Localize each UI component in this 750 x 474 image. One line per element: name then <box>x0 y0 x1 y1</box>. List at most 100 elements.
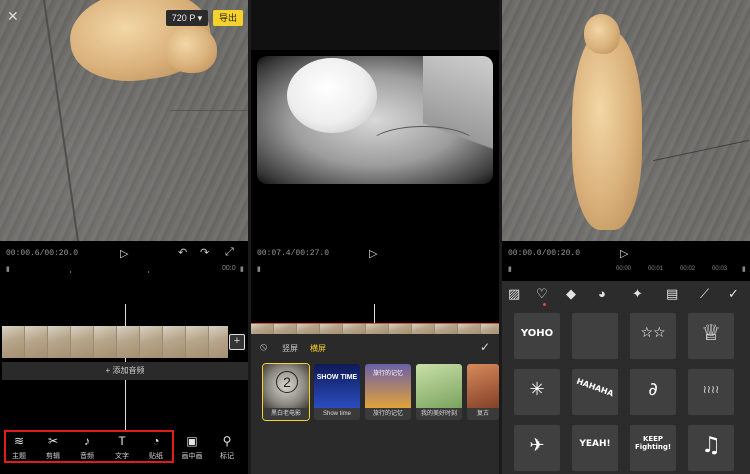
clip-frame <box>71 326 94 358</box>
ruler-end-icon: ▮ <box>742 266 746 273</box>
clip-frame <box>458 324 481 334</box>
heart-icon[interactable]: ♡ <box>536 286 548 302</box>
resolution-dropdown[interactable]: 720 P ▾ <box>166 10 208 26</box>
highlight-box <box>4 430 174 463</box>
fullscreen-icon[interactable]: ⤢ <box>225 246 234 259</box>
cable-image <box>652 139 750 162</box>
clip-frame <box>25 326 48 358</box>
clip-frame <box>48 326 71 358</box>
undo-icon[interactable]: ↶ <box>178 246 187 259</box>
video-preview-bw[interactable] <box>257 56 493 184</box>
chevron-down-icon: ▾ <box>197 13 203 23</box>
sticker-plane[interactable]: ✈ <box>514 425 560 471</box>
play-icon[interactable]: ▷ <box>369 247 377 260</box>
effect-thumbnail: 2 <box>263 364 309 408</box>
sticker-text: ≀≀≀≀ <box>702 383 720 396</box>
timecode: 00:00.0/00:20.0 <box>508 249 581 258</box>
sticker-sparkles[interactable]: ✳ <box>514 369 560 415</box>
clip-frame <box>297 324 320 334</box>
sticker-hahaha[interactable]: HAHAHA <box>572 369 618 415</box>
play-icon[interactable]: ▷ <box>620 247 628 260</box>
effect-list: 2 黑白老电影 SHOW TIME Show time 旅行的记忆 旅行的记忆 … <box>262 363 499 421</box>
effect-card[interactable]: 我的美好时刻 <box>416 364 462 420</box>
close-icon[interactable]: ✕ <box>7 8 19 25</box>
sticker-text: YOHO <box>520 328 554 339</box>
effect-thumbnail: 旅行的记忆 <box>365 364 411 408</box>
tab-horizontal[interactable]: 横屏 <box>310 343 326 354</box>
sticker-keep-fighting[interactable]: KEEP Fighting! <box>630 425 676 471</box>
redo-icon[interactable]: ↷ <box>200 246 209 259</box>
add-clip-button[interactable]: + <box>229 334 245 350</box>
ruler-mark: 00:03 <box>712 266 728 272</box>
export-button[interactable]: 导出 <box>213 10 243 26</box>
pen-icon[interactable]: ⟋ <box>700 286 709 302</box>
tab-vertical[interactable]: 竖屏 <box>282 343 298 354</box>
sticker-yeah[interactable]: YEAH! <box>572 425 618 471</box>
effect-label: Show time <box>314 408 360 420</box>
sticker-text: ✳ <box>529 379 545 400</box>
picture-in-picture-icon: ▣ <box>186 434 198 448</box>
effect-thumbnail: SHOW TIME <box>314 364 360 408</box>
camera-icon[interactable]: ▤ <box>666 286 678 302</box>
effect-label: 旅行的记忆 <box>365 408 411 420</box>
add-audio-button[interactable]: + 添加音频 <box>2 362 248 380</box>
video-preview[interactable] <box>0 0 248 241</box>
playback-bar: 00:07.4/00:27.0 ▷ <box>251 241 499 265</box>
dog-icon[interactable]: ◕ <box>598 286 606 301</box>
sticker-stars[interactable]: ☆☆ <box>630 313 676 359</box>
check-icon[interactable]: ✓ <box>728 286 739 302</box>
effect-thumbnail-text: 2 <box>276 371 298 393</box>
effect-card[interactable]: 复古 <box>467 364 499 420</box>
sticker-text: KEEP Fighting! <box>634 435 672 451</box>
clip-frame <box>343 324 366 334</box>
sticker-lines[interactable]: ≀≀≀≀ <box>688 369 734 415</box>
effect-card[interactable]: 2 黑白老电影 <box>262 363 310 421</box>
play-icon[interactable]: ▷ <box>120 247 128 260</box>
check-icon[interactable]: ✓ <box>480 340 490 354</box>
clip-frame <box>320 324 343 334</box>
clip-frame <box>481 324 499 334</box>
clip-frame <box>117 326 140 358</box>
timeline-ruler: ▮ 00:0 ▮ <box>0 265 248 275</box>
effect-card[interactable]: 旅行的记忆 旅行的记忆 <box>365 364 411 420</box>
ruler-tick <box>70 271 71 273</box>
selected-dot <box>543 303 546 306</box>
effect-label: 复古 <box>467 408 499 420</box>
sticker-text: ✈ <box>529 435 545 456</box>
dog-image <box>287 58 377 133</box>
sticker-text: ♫ <box>701 433 721 458</box>
sparkle-icon[interactable]: ✦ <box>632 286 643 302</box>
ruler-mark: 00:02 <box>680 266 696 272</box>
sticker-music[interactable]: ♫ <box>688 425 734 471</box>
ruler-mark: 00:00 <box>616 266 632 272</box>
sticker-text: ☆☆ <box>640 325 666 341</box>
sticker-arrow[interactable]: ∂ <box>630 369 676 415</box>
timeline-ruler: ▮ 00:00 00:01 00:02 00:03 ▮ <box>502 265 750 277</box>
image-icon[interactable]: ▨ <box>508 286 520 302</box>
playback-bar: 00:00.0/00:20.0 ▷ <box>502 241 750 265</box>
dog-head-image <box>584 14 620 54</box>
sticker-blank[interactable] <box>572 313 618 359</box>
ruler-mark: 00:01 <box>648 266 664 272</box>
none-icon[interactable]: ⦸ <box>260 341 267 354</box>
sticker-crown[interactable]: ♕ <box>688 313 734 359</box>
clip-frame <box>251 324 274 334</box>
video-track[interactable] <box>2 326 228 358</box>
pin-icon: ⚲ <box>222 434 232 448</box>
playback-bar: 00:00.6/00:20.0 ▷ ↶ ↷ ⤢ <box>0 241 248 265</box>
cat-icon[interactable]: ◆ <box>566 286 576 302</box>
sticker-yoho[interactable]: YOHO <box>514 313 560 359</box>
tool-marker[interactable]: ⚲ 标记 <box>211 430 243 466</box>
sticker-category-tabs: ▨ ♡ ◆ ◕ ✦ ▤ ⟋ ✓ <box>502 281 750 307</box>
tool-pip[interactable]: ▣ 画中画 <box>176 430 208 466</box>
timecode: 00:00.6/00:20.0 <box>6 249 79 258</box>
clip-frame <box>366 324 389 334</box>
video-preview[interactable] <box>502 0 750 241</box>
video-track[interactable] <box>251 324 499 334</box>
clip-frame <box>389 324 412 334</box>
ruler-mark: 00:0 <box>222 265 236 272</box>
clip-frame <box>274 324 297 334</box>
effect-card[interactable]: SHOW TIME Show time <box>314 364 360 420</box>
sticker-text: ♕ <box>701 321 721 346</box>
cable-image <box>367 126 479 168</box>
